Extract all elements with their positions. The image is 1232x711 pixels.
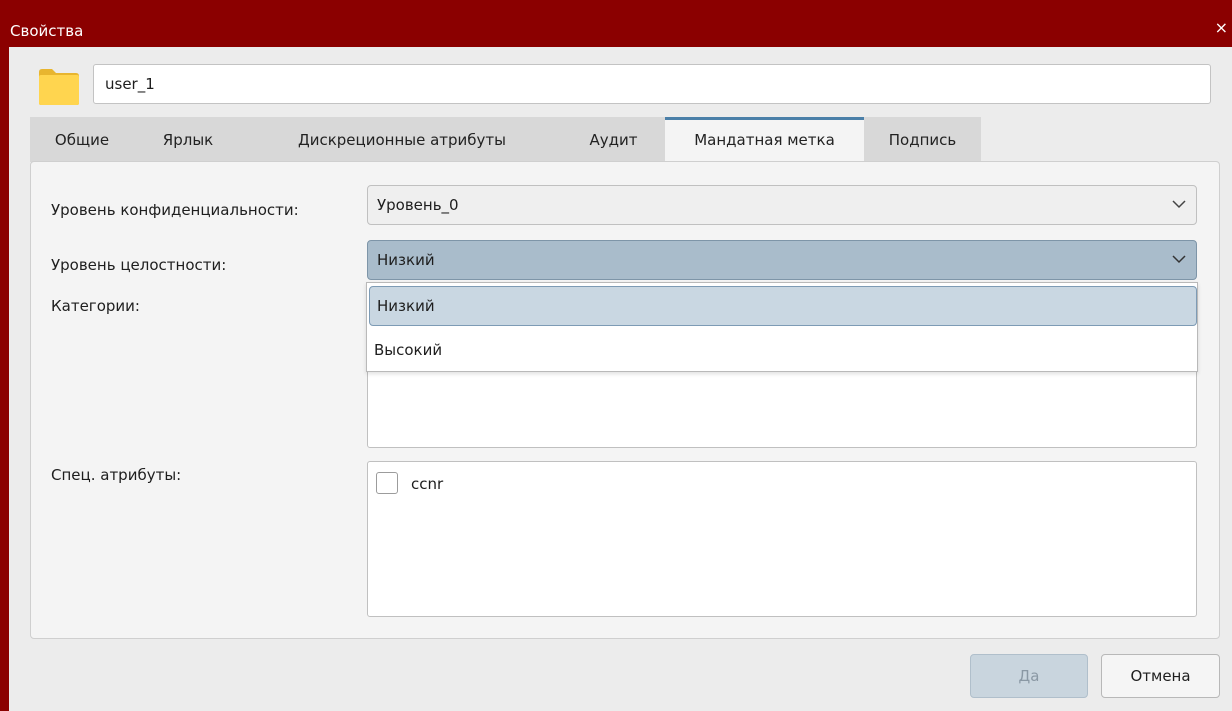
tab-audit[interactable]: Аудит <box>562 117 665 162</box>
special-attributes-label: Спец. атрибуты: <box>51 466 182 484</box>
option-high[interactable]: Высокий <box>367 332 1197 368</box>
ccnr-checkbox[interactable] <box>376 472 398 494</box>
file-name-input[interactable]: user_1 <box>93 64 1211 104</box>
window-border <box>0 47 9 711</box>
tab-signature[interactable]: Подпись <box>864 117 981 162</box>
integrity-dropdown-menu: Низкий Высокий <box>366 282 1198 372</box>
chevron-down-icon <box>1172 255 1186 264</box>
integrity-level-select[interactable]: Низкий <box>367 240 1197 280</box>
close-icon[interactable]: × <box>1215 19 1228 37</box>
categories-label: Категории: <box>51 297 140 315</box>
confidentiality-label: Уровень конфиденциальности: <box>51 201 299 219</box>
tab-discretionary-attributes[interactable]: Дискреционные атрибуты <box>242 117 562 162</box>
confidentiality-value: Уровень_0 <box>377 196 459 214</box>
cancel-button[interactable]: Отмена <box>1101 654 1220 698</box>
tab-mandatory-label[interactable]: Мандатная метка <box>665 117 864 163</box>
tab-shortcut[interactable]: Ярлык <box>134 117 242 162</box>
ccnr-label[interactable]: ccnr <box>411 475 443 493</box>
folder-icon <box>39 69 79 105</box>
integrity-value: Низкий <box>377 251 435 269</box>
chevron-down-icon <box>1172 200 1186 209</box>
title-bar: Свойства × <box>0 0 1232 47</box>
integrity-label: Уровень целостности: <box>51 256 227 274</box>
special-attributes-list <box>367 461 1197 617</box>
confidentiality-level-select[interactable]: Уровень_0 <box>367 185 1197 225</box>
option-low[interactable]: Низкий <box>369 286 1197 326</box>
tab-general[interactable]: Общие <box>30 117 134 162</box>
window-title: Свойства <box>10 22 84 40</box>
ok-button[interactable]: Да <box>970 654 1088 698</box>
